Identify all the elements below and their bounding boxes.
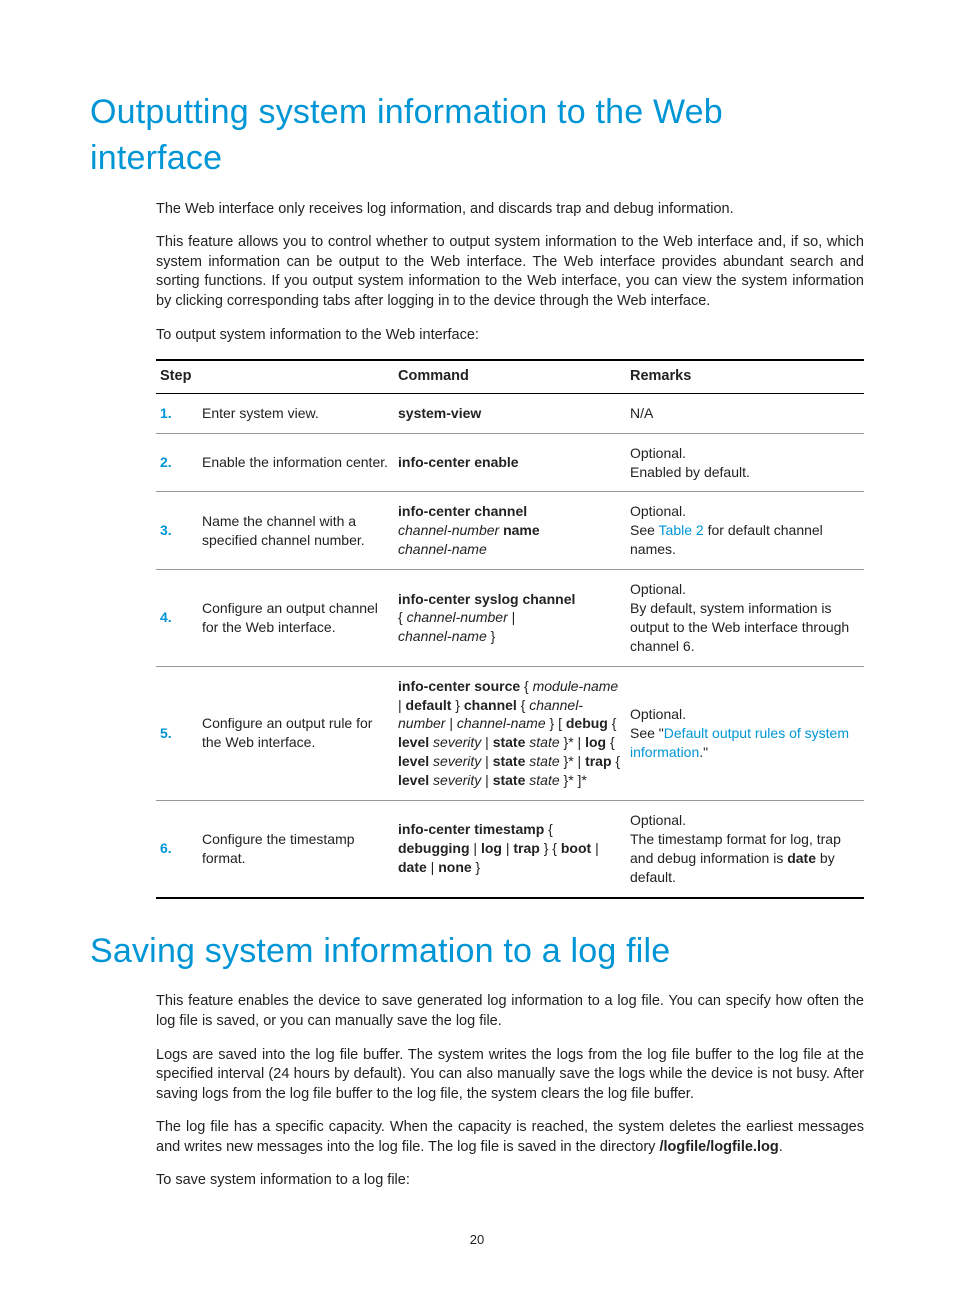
paragraph: To save system information to a log file… <box>156 1171 864 1191</box>
table-row: 2. Enable the information center. info-c… <box>156 433 864 492</box>
step-desc: Configure the timestamp format. <box>198 800 394 897</box>
paragraph: The log file has a specific capacity. Wh… <box>156 1118 864 1157</box>
step-remarks: Optional. See "Default output rules of s… <box>626 666 864 800</box>
step-command: info-center timestamp { debugging | log … <box>394 800 626 897</box>
link-table2[interactable]: Table 2 <box>659 522 704 538</box>
step-command: info-center enable <box>394 433 626 492</box>
step-desc: Enter system view. <box>198 393 394 433</box>
procedure-table: Step Command Remarks 1. Enter system vie… <box>156 359 864 898</box>
step-number: 3. <box>156 492 198 570</box>
paragraph: The Web interface only receives log info… <box>156 200 864 220</box>
paragraph: This feature enables the device to save … <box>156 992 864 1031</box>
section-heading-outputting: Outputting system information to the Web… <box>90 90 864 182</box>
step-remarks: Optional. See Table 2 for default channe… <box>626 492 864 570</box>
step-number: 2. <box>156 433 198 492</box>
step-remarks: Optional. Enabled by default. <box>626 433 864 492</box>
th-remarks: Remarks <box>626 360 864 393</box>
table-row: 5. Configure an output rule for the Web … <box>156 666 864 800</box>
step-remarks: N/A <box>626 393 864 433</box>
section-heading-saving: Saving system information to a log file <box>90 929 864 975</box>
page-number: 20 <box>90 1231 864 1249</box>
link-default-rules[interactable]: Default output rules of system informati… <box>630 725 849 760</box>
step-desc: Name the channel with a specified channe… <box>198 492 394 570</box>
step-number: 6. <box>156 800 198 897</box>
step-remarks: Optional. The timestamp format for log, … <box>626 800 864 897</box>
th-step: Step <box>156 360 394 393</box>
table-row: 1. Enter system view. system-view N/A <box>156 393 864 433</box>
step-command: info-center source { module-name | defau… <box>394 666 626 800</box>
paragraph: This feature allows you to control wheth… <box>156 233 864 311</box>
step-remarks: Optional. By default, system information… <box>626 570 864 667</box>
step-desc: Configure an output channel for the Web … <box>198 570 394 667</box>
step-number: 5. <box>156 666 198 800</box>
step-number: 1. <box>156 393 198 433</box>
step-command: info-center syslog channel { channel-num… <box>394 570 626 667</box>
step-desc: Configure an output rule for the Web int… <box>198 666 394 800</box>
step-command: system-view <box>394 393 626 433</box>
paragraph: Logs are saved into the log file buffer.… <box>156 1046 864 1105</box>
paragraph: To output system information to the Web … <box>156 326 864 346</box>
table-row: 3. Name the channel with a specified cha… <box>156 492 864 570</box>
step-command: info-center channel channel-number name … <box>394 492 626 570</box>
th-command: Command <box>394 360 626 393</box>
table-row: 6. Configure the timestamp format. info-… <box>156 800 864 897</box>
step-number: 4. <box>156 570 198 667</box>
step-desc: Enable the information center. <box>198 433 394 492</box>
table-row: 4. Configure an output channel for the W… <box>156 570 864 667</box>
